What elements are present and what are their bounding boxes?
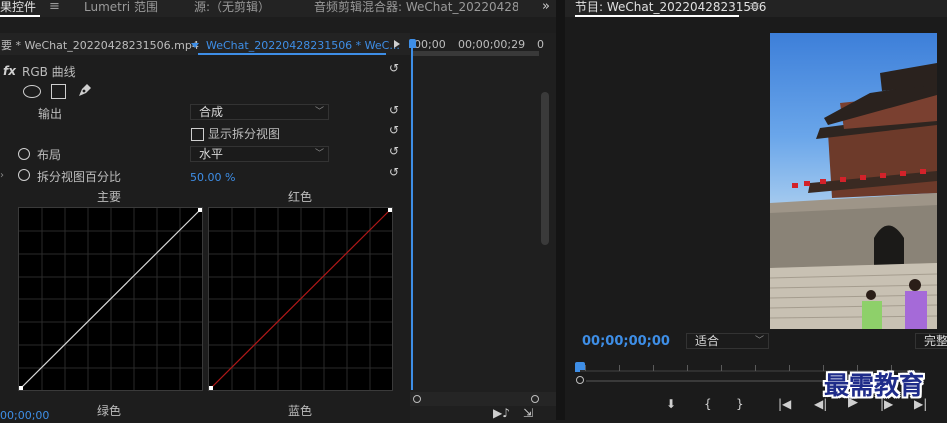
playhead-line [411, 48, 413, 390]
reset-icon[interactable]: ↺ [389, 124, 401, 136]
program-menu-icon[interactable]: ≡ [749, 0, 760, 15]
red-curve-svg [209, 208, 392, 390]
effect-name: RGB 曲线 [22, 65, 76, 79]
reset-icon[interactable]: ↺ [389, 166, 401, 178]
video-frame [770, 33, 937, 329]
output-value: 合成 [199, 105, 224, 119]
layout-dropdown[interactable]: 水平 ﹀ [190, 146, 329, 162]
play-audio-icon[interactable]: ▶♪ [493, 406, 510, 420]
timeline-zero: 0 [537, 38, 544, 51]
chevron-down-icon: ﹀ [314, 149, 324, 159]
tab-audio-clip-mixer[interactable]: 音频剪辑混合器: WeChat_2022042823 [314, 0, 518, 15]
play-triangle-icon[interactable] [394, 40, 400, 48]
master-curve-graph[interactable] [18, 207, 203, 391]
program-timecode[interactable]: 00;00;00;00 [582, 335, 670, 349]
timeline-start: 00;00 [414, 38, 446, 51]
rectangle-mask-icon[interactable] [51, 84, 66, 99]
red-curve-graph[interactable] [208, 207, 393, 391]
split-view-label: 显示拆分视图 [208, 127, 281, 141]
mini-timeline [410, 33, 556, 420]
quality-value: 完整 [924, 334, 947, 348]
program-title[interactable]: 节目: WeChat_20220428231506 [575, 0, 766, 15]
layout-label: 布局 [37, 148, 62, 162]
tab-effect-controls[interactable]: 果控件 [0, 0, 36, 15]
export-frame-icon[interactable]: ⇲ [523, 406, 533, 420]
mark-out-icon[interactable]: } [736, 397, 744, 411]
split-percent-label: 拆分视图百分比 [37, 170, 122, 184]
stopwatch-icon[interactable] [18, 169, 30, 181]
pen-mask-icon[interactable] [76, 81, 94, 99]
program-title-underline [575, 15, 739, 17]
fit-dropdown[interactable]: 适合 ﹀ [686, 333, 769, 349]
master-curve-svg [19, 208, 202, 390]
ellipse-mask-icon[interactable] [23, 85, 41, 98]
reset-icon[interactable]: ↺ [389, 145, 401, 157]
split-percent-value[interactable]: 50.00 % [190, 171, 235, 185]
reset-icon[interactable]: ↺ [389, 62, 401, 74]
source-clip-name[interactable]: 要 * WeChat_20220428231506.mp4 [1, 39, 199, 53]
fit-value: 适合 [695, 334, 720, 348]
sequence-clip-name[interactable]: WeChat_20220428231506 * WeC... [206, 39, 400, 53]
fx-icon[interactable]: fx [3, 64, 16, 78]
scroll-handle-right[interactable] [531, 395, 539, 403]
overflow-icon[interactable]: » [542, 0, 550, 15]
city-gate-image [770, 63, 937, 329]
panel-divider[interactable] [556, 0, 565, 420]
go-to-in-icon[interactable]: |◀ [778, 397, 791, 411]
red-curve-label: 红色 [288, 190, 313, 204]
output-label: 输出 [38, 107, 63, 121]
reset-icon[interactable]: ↺ [389, 104, 401, 116]
quality-dropdown[interactable]: 完整 [915, 333, 947, 349]
vertical-scrollbar[interactable] [541, 92, 549, 245]
effects-tabbar: 果控件 ≡ Lumetri 范围 源:（无剪辑） 音频剪辑混合器: WeChat… [0, 0, 556, 17]
add-marker-icon[interactable]: ⬇ [666, 397, 676, 411]
blue-curve-label: 蓝色 [288, 404, 313, 418]
stopwatch-icon[interactable] [18, 148, 30, 160]
expand-chevron-icon[interactable]: › [0, 169, 4, 183]
tab-lumetri-scopes[interactable]: Lumetri 范围 [84, 0, 158, 15]
timeline-end: 00;00;00;29 [458, 38, 526, 51]
dropdown-triangle-icon [191, 43, 199, 48]
sequence-underline [198, 53, 386, 55]
zoom-handle-left[interactable] [576, 376, 584, 384]
chevron-down-icon: ﹀ [314, 107, 324, 117]
menu-icon[interactable]: ≡ [49, 0, 60, 15]
chevron-down-icon: ﹀ [754, 336, 764, 346]
mark-in-icon[interactable]: { [704, 397, 712, 411]
scroll-handle-left[interactable] [413, 395, 421, 403]
timeline-bar [413, 51, 539, 56]
green-curve-label: 绿色 [97, 404, 122, 418]
output-dropdown[interactable]: 合成 ﹀ [190, 104, 329, 120]
active-tab-underline [0, 15, 40, 17]
layout-value: 水平 [199, 147, 224, 161]
watermark-logo: 最需教育 [824, 371, 925, 400]
playhead-marker[interactable] [409, 39, 416, 48]
split-view-checkbox[interactable] [191, 128, 204, 141]
tab-source[interactable]: 源:（无剪辑） [194, 0, 270, 15]
master-curve-label: 主要 [97, 190, 122, 204]
bottom-timecode: 00;00;00 [0, 409, 50, 422]
